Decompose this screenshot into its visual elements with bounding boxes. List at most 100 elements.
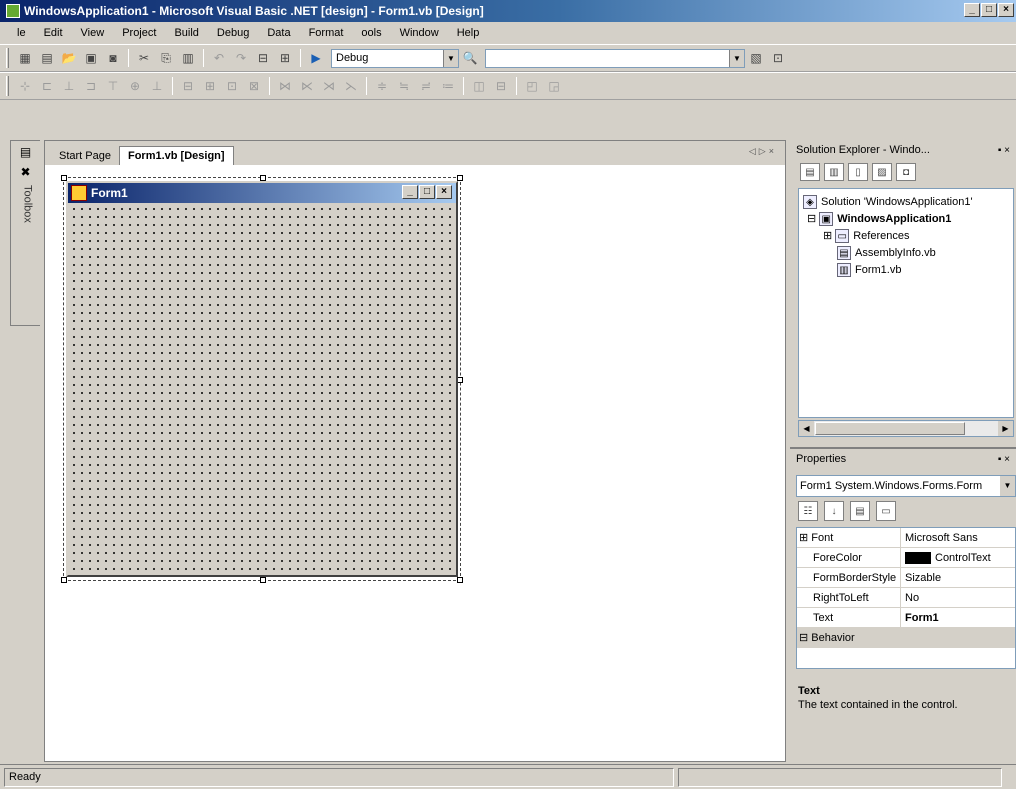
v-spacing-increase-icon[interactable]: ≒ bbox=[393, 76, 415, 96]
undo-icon[interactable]: ↶ bbox=[208, 48, 230, 68]
v-spacing-equal-icon[interactable]: ≑ bbox=[371, 76, 393, 96]
make-same-height-icon[interactable]: ⊞ bbox=[199, 76, 221, 96]
tab-start-page[interactable]: Start Page bbox=[51, 147, 119, 165]
toolbox-icon[interactable]: ✖ bbox=[18, 165, 34, 181]
h-spacing-increase-icon[interactable]: ⋉ bbox=[296, 76, 318, 96]
property-row-righttoleft[interactable]: RightToLeft No bbox=[797, 588, 1015, 608]
navigate-forward-icon[interactable]: ⊞ bbox=[274, 48, 296, 68]
pin-icon[interactable]: ▪ × bbox=[998, 454, 1010, 465]
property-row-forecolor[interactable]: ForeColor ControlText bbox=[797, 548, 1015, 568]
minimize-button[interactable]: _ bbox=[964, 3, 980, 17]
align-bottoms-icon[interactable]: ⊥ bbox=[146, 76, 168, 96]
bring-to-front-icon[interactable]: ◰ bbox=[521, 76, 543, 96]
pin-icon[interactable]: ▪ × bbox=[998, 145, 1010, 156]
view-designer-icon[interactable]: ▥ bbox=[824, 163, 844, 181]
close-button[interactable]: × bbox=[998, 3, 1014, 17]
tree-item-references[interactable]: ⊞ ▭ References bbox=[803, 227, 1009, 244]
size-to-grid-icon[interactable]: ⊡ bbox=[221, 76, 243, 96]
align-to-grid-icon[interactable]: ⊹ bbox=[14, 76, 36, 96]
center-vertically-icon[interactable]: ⊟ bbox=[490, 76, 512, 96]
scroll-thumb[interactable] bbox=[815, 422, 965, 435]
menu-build[interactable]: Build bbox=[165, 27, 207, 39]
object-selector-combo[interactable]: Form1 System.Windows.Forms.Form ▼ bbox=[796, 475, 1016, 497]
copy-icon[interactable]: ⎘ bbox=[155, 48, 177, 68]
toolbar-grip[interactable] bbox=[6, 48, 9, 68]
view-code-icon[interactable]: ▤ bbox=[800, 163, 820, 181]
cut-icon[interactable]: ✂ bbox=[133, 48, 155, 68]
find-icon[interactable]: 🔍 bbox=[459, 48, 481, 68]
menu-window[interactable]: Window bbox=[391, 27, 448, 39]
align-tops-icon[interactable]: ⊤ bbox=[102, 76, 124, 96]
h-spacing-remove-icon[interactable]: ⋋ bbox=[340, 76, 362, 96]
collapse-icon[interactable]: ⊟ bbox=[799, 631, 808, 644]
property-value[interactable]: No bbox=[901, 592, 919, 604]
maximize-button[interactable]: □ bbox=[981, 3, 997, 17]
expand-icon[interactable]: ⊞ bbox=[799, 531, 808, 544]
refresh-icon[interactable]: ▯ bbox=[848, 163, 868, 181]
v-spacing-decrease-icon[interactable]: ≓ bbox=[415, 76, 437, 96]
menu-project[interactable]: Project bbox=[113, 27, 165, 39]
new-project-icon[interactable]: ▦ bbox=[14, 48, 36, 68]
tab-form1-design[interactable]: Form1.vb [Design] bbox=[118, 146, 234, 165]
tab-scroll-close-controls[interactable]: ◁▷× bbox=[749, 146, 777, 157]
menu-debug[interactable]: Debug bbox=[208, 27, 258, 39]
tree-item-form1[interactable]: ▥ Form1.vb bbox=[803, 261, 1009, 278]
form1-window[interactable]: Form1 _ □ × bbox=[66, 181, 458, 577]
paste-icon[interactable]: ▥ bbox=[177, 48, 199, 68]
property-pages-icon[interactable]: ▭ bbox=[876, 501, 896, 521]
find-combo[interactable]: ▼ bbox=[485, 48, 745, 68]
scroll-right-icon[interactable]: ▶ bbox=[998, 421, 1013, 436]
property-value[interactable]: Sizable bbox=[901, 572, 941, 584]
menu-file[interactable]: le bbox=[8, 27, 35, 39]
menu-format[interactable]: Format bbox=[300, 27, 353, 39]
property-value[interactable]: Microsoft Sans bbox=[901, 532, 978, 544]
add-item-icon[interactable]: ▤ bbox=[36, 48, 58, 68]
solution-tree-hscrollbar[interactable]: ◀ ▶ bbox=[798, 420, 1014, 437]
make-same-size-icon[interactable]: ⊠ bbox=[243, 76, 265, 96]
align-rights-icon[interactable]: ⊐ bbox=[80, 76, 102, 96]
save-icon[interactable]: ▣ bbox=[80, 48, 102, 68]
properties-icon[interactable]: ⊡ bbox=[767, 48, 789, 68]
collapse-icon[interactable]: ⊟ bbox=[807, 212, 816, 225]
h-spacing-decrease-icon[interactable]: ⋊ bbox=[318, 76, 340, 96]
align-lefts-icon[interactable]: ⊏ bbox=[36, 76, 58, 96]
menu-data[interactable]: Data bbox=[258, 27, 299, 39]
solution-explorer-icon[interactable]: ▧ bbox=[745, 48, 767, 68]
solution-config-combo[interactable]: Debug ▼ bbox=[331, 48, 459, 68]
center-horizontally-icon[interactable]: ◫ bbox=[468, 76, 490, 96]
property-row-font[interactable]: ⊞ Font Microsoft Sans bbox=[797, 528, 1015, 548]
menu-edit[interactable]: Edit bbox=[35, 27, 72, 39]
send-to-back-icon[interactable]: ◲ bbox=[543, 76, 565, 96]
sol-properties-icon[interactable]: ◘ bbox=[896, 163, 916, 181]
properties-view-icon[interactable]: ▤ bbox=[850, 501, 870, 521]
show-all-files-icon[interactable]: ▨ bbox=[872, 163, 892, 181]
property-row-text[interactable]: Text Form1 bbox=[797, 608, 1015, 628]
make-same-width-icon[interactable]: ⊟ bbox=[177, 76, 199, 96]
alphabetical-icon[interactable]: ↓ bbox=[824, 501, 844, 521]
open-file-icon[interactable]: 📂 bbox=[58, 48, 80, 68]
server-explorer-icon[interactable]: ▤ bbox=[18, 145, 34, 161]
start-icon[interactable]: ▶ bbox=[305, 48, 327, 68]
categorized-icon[interactable]: ☷ bbox=[798, 501, 818, 521]
save-all-icon[interactable]: ◙ bbox=[102, 48, 124, 68]
property-value[interactable]: Form1 bbox=[901, 612, 939, 624]
tree-item-assemblyinfo[interactable]: ▤ AssemblyInfo.vb bbox=[803, 244, 1009, 261]
align-centers-icon[interactable]: ⊥ bbox=[58, 76, 80, 96]
property-value[interactable]: ControlText bbox=[901, 551, 991, 564]
v-spacing-remove-icon[interactable]: ≔ bbox=[437, 76, 459, 96]
resize-handle[interactable] bbox=[457, 577, 463, 583]
expand-icon[interactable]: ⊞ bbox=[823, 229, 832, 242]
form1-client-area[interactable] bbox=[68, 203, 456, 575]
property-row-formborderstyle[interactable]: FormBorderStyle Sizable bbox=[797, 568, 1015, 588]
align-middles-icon[interactable]: ⊕ bbox=[124, 76, 146, 96]
tree-item-solution[interactable]: ◈ Solution 'WindowsApplication1' bbox=[803, 193, 1009, 210]
menu-tools[interactable]: ools bbox=[352, 27, 390, 39]
menu-help[interactable]: Help bbox=[448, 27, 489, 39]
toolbox-tab[interactable]: ▤ ✖ Toolbox bbox=[10, 140, 40, 326]
toolbar-grip[interactable] bbox=[6, 76, 9, 96]
h-spacing-equal-icon[interactable]: ⋈ bbox=[274, 76, 296, 96]
menu-view[interactable]: View bbox=[72, 27, 114, 39]
resize-handle[interactable] bbox=[61, 577, 67, 583]
navigate-back-icon[interactable]: ⊟ bbox=[252, 48, 274, 68]
resize-handle[interactable] bbox=[260, 577, 266, 583]
